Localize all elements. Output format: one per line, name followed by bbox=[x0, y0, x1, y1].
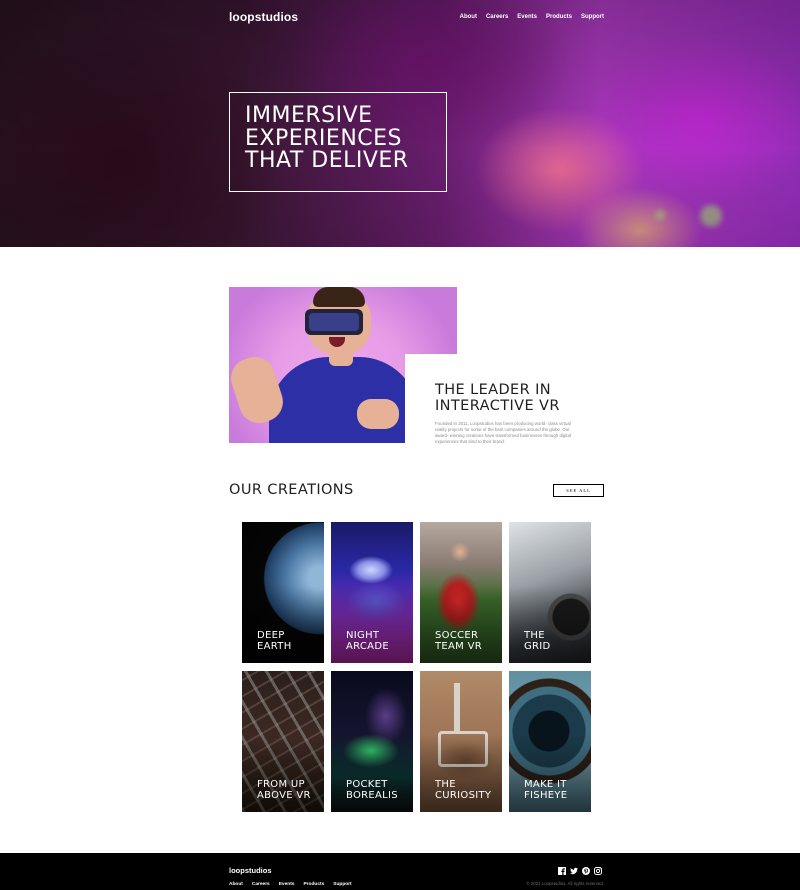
creation-card-label: POCKET BOREALIS bbox=[346, 779, 398, 801]
footer-brand-logo[interactable]: loopstudios bbox=[229, 866, 272, 875]
creation-card-label: THE CURIOSITY bbox=[435, 779, 492, 801]
creation-card-label: NIGHT ARCADE bbox=[346, 630, 389, 652]
copyright-text: © 2021 Loopstudios. All rights reserved. bbox=[526, 881, 604, 886]
twitter-icon[interactable] bbox=[570, 867, 578, 875]
creation-card-make-it-fisheye[interactable]: MAKE IT FISHEYE bbox=[509, 671, 591, 812]
footer-link-careers[interactable]: Careers bbox=[252, 882, 270, 887]
hero-bokeh-light bbox=[700, 205, 722, 227]
footer-nav: About Careers Events Products Support bbox=[229, 882, 352, 887]
leader-heading-line: INTERACTIVE VR bbox=[435, 397, 560, 414]
site-footer: loopstudios About Careers Events Product… bbox=[0, 853, 800, 890]
creation-card-label: FROM UP ABOVE VR bbox=[257, 779, 311, 801]
see-all-button[interactable]: SEE ALL bbox=[553, 484, 604, 497]
instagram-icon[interactable] bbox=[594, 867, 602, 875]
social-links bbox=[558, 867, 602, 875]
nav-link-events[interactable]: Events bbox=[517, 14, 537, 20]
nav-link-about[interactable]: About bbox=[460, 14, 477, 20]
hero-headline-line: IMMERSIVE bbox=[245, 103, 373, 128]
creations-heading: OUR CREATIONS bbox=[229, 482, 354, 498]
creation-card-label: THE GRID bbox=[524, 630, 551, 652]
vr-headset bbox=[305, 309, 363, 335]
leader-description: Founded in 2011, Loopstudios has been pr… bbox=[435, 421, 571, 444]
footer-link-products[interactable]: Products bbox=[303, 882, 324, 887]
hero-headline-line: THAT DELIVER bbox=[245, 148, 409, 173]
creation-card-deep-earth[interactable]: DEEP EARTH bbox=[242, 522, 324, 663]
vr-man-shirt bbox=[269, 357, 419, 443]
nav-link-support[interactable]: Support bbox=[581, 14, 604, 20]
creation-card-from-up-above-vr[interactable]: FROM UP ABOVE VR bbox=[242, 671, 324, 812]
creation-card-the-grid[interactable]: THE GRID bbox=[509, 522, 591, 663]
hero-headline-line: EXPERIENCES bbox=[245, 125, 402, 151]
creation-card-label: DEEP EARTH bbox=[257, 630, 292, 652]
leader-heading-line: THE LEADER IN bbox=[435, 382, 552, 398]
pinterest-icon[interactable] bbox=[582, 867, 590, 875]
footer-link-about[interactable]: About bbox=[229, 882, 243, 887]
creation-card-label: SOCCER TEAM VR bbox=[435, 630, 482, 652]
vr-man-hand bbox=[357, 399, 399, 429]
leader-heading: THE LEADER IN INTERACTIVE VR bbox=[435, 382, 615, 414]
brand-logo[interactable]: loopstudios bbox=[229, 10, 298, 24]
creation-card-soccer-team-vr[interactable]: SOCCER TEAM VR bbox=[420, 522, 502, 663]
hero-headline-box: IMMERSIVE EXPERIENCES THAT DELIVER bbox=[229, 92, 447, 192]
footer-link-events[interactable]: Events bbox=[279, 882, 295, 887]
creation-card-label: MAKE IT FISHEYE bbox=[524, 779, 568, 801]
hero-bokeh-light bbox=[655, 210, 665, 220]
nav-link-careers[interactable]: Careers bbox=[486, 14, 508, 20]
creation-card-pocket-borealis[interactable]: POCKET BOREALIS bbox=[331, 671, 413, 812]
vr-man-hair bbox=[313, 287, 365, 307]
main-nav: About Careers Events Products Support bbox=[460, 14, 604, 20]
vr-man-image bbox=[229, 287, 457, 443]
nav-link-products[interactable]: Products bbox=[546, 14, 572, 20]
facebook-icon[interactable] bbox=[558, 867, 566, 875]
creation-card-the-curiosity[interactable]: THE CURIOSITY bbox=[420, 671, 502, 812]
creation-card-night-arcade[interactable]: NIGHT ARCADE bbox=[331, 522, 413, 663]
footer-link-support[interactable]: Support bbox=[333, 882, 351, 887]
